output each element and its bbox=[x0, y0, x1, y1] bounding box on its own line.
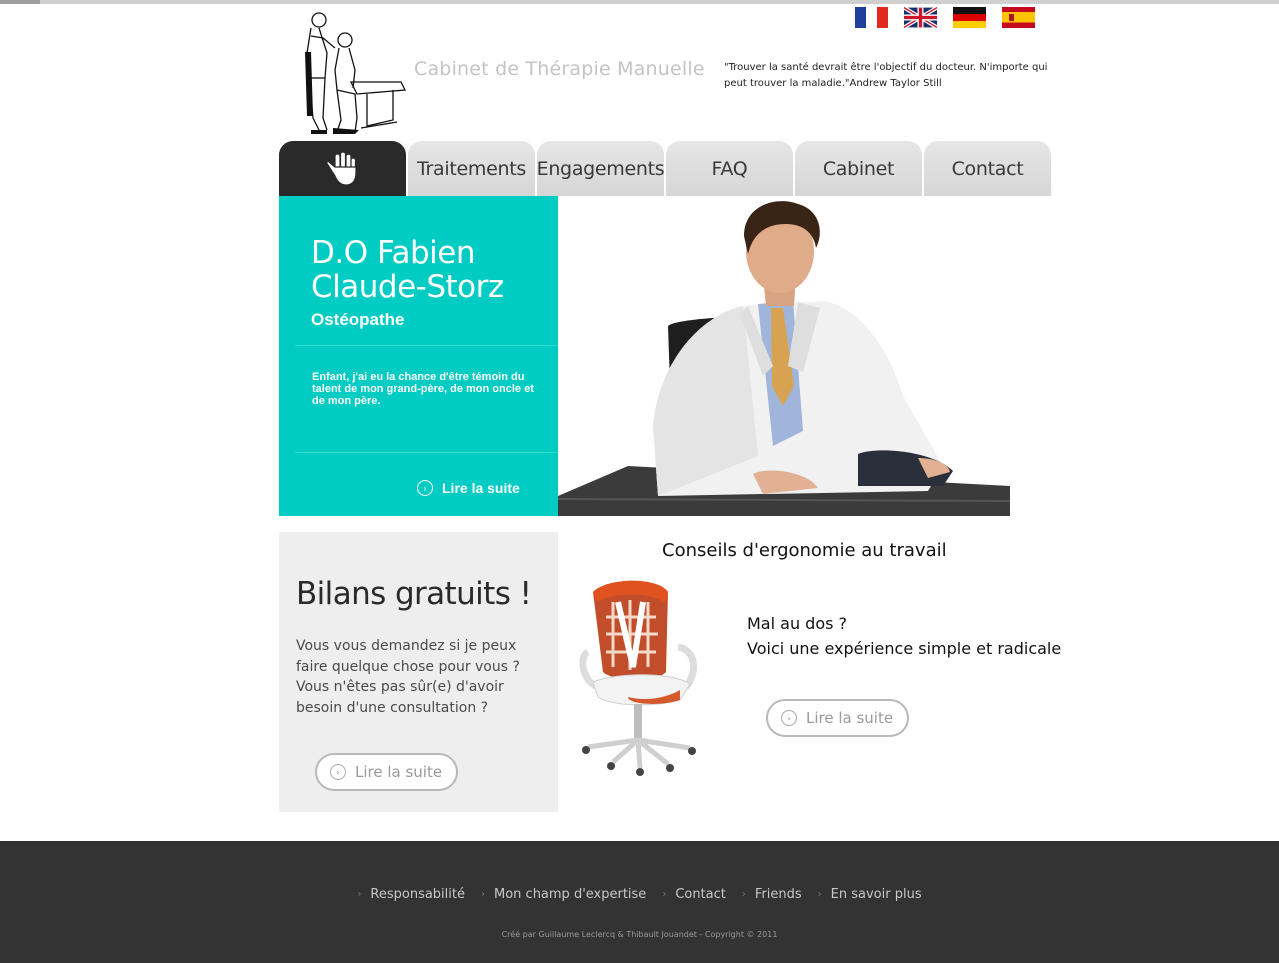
hero-text: Enfant, j'ai eu la chance d'être témoin … bbox=[312, 371, 534, 407]
ergonomics-read-more-button[interactable]: › Lire la suite bbox=[766, 699, 910, 737]
chevron-right-icon: › bbox=[662, 889, 667, 900]
tab-home[interactable] bbox=[279, 141, 406, 196]
browser-top-line-accent bbox=[0, 0, 40, 4]
hero-name-line1: D.O Fabien bbox=[311, 235, 475, 271]
footer-nav: › Responsabilité › Mon champ d'expertise ›… bbox=[0, 887, 1279, 902]
divider bbox=[295, 452, 558, 453]
bilans-text: Vous vous demandez si je peux faire quel… bbox=[296, 638, 520, 716]
footer-link-label: Mon champ d'expertise bbox=[494, 887, 647, 902]
chevron-right-circle-icon: › bbox=[417, 480, 433, 496]
doctor-photo bbox=[558, 196, 1010, 516]
ergonomics-line2: Voici une expérience simple et radicale bbox=[747, 639, 1062, 658]
tab-label: Contact bbox=[951, 157, 1024, 180]
hero-name: D.O Fabien Claude-Storz bbox=[311, 236, 551, 304]
footer-link-contact[interactable]: › Contact bbox=[662, 887, 726, 902]
hand-icon bbox=[325, 150, 357, 186]
tab-label: Cabinet bbox=[822, 157, 895, 180]
chevron-right-icon: › bbox=[817, 889, 822, 900]
tab-label: FAQ bbox=[711, 157, 748, 180]
logo-illustration[interactable] bbox=[297, 8, 409, 138]
hero-name-line2: Claude-Storz bbox=[311, 269, 504, 305]
browser-top-line bbox=[0, 0, 1279, 4]
main-nav: Traitements Engagements FAQ Cabinet Cont… bbox=[279, 141, 1052, 196]
tab-faq[interactable]: FAQ bbox=[666, 141, 793, 196]
footer-link-label: Contact bbox=[675, 887, 726, 902]
ergonomics-line1: Mal au dos ? bbox=[747, 614, 848, 633]
footer-link-responsabilite[interactable]: › Responsabilité bbox=[357, 887, 465, 902]
ergonomics-title: Conseils d'ergonomie au travail bbox=[662, 540, 947, 561]
tab-label: Engagements bbox=[536, 157, 665, 180]
copyright: Créé par Guillaume Leclercq & Thibault J… bbox=[501, 930, 778, 939]
chevron-right-icon: › bbox=[481, 889, 485, 900]
tab-label: Traitements bbox=[417, 157, 526, 180]
read-more-label: Lire la suite bbox=[442, 480, 520, 496]
chevron-right-icon: › bbox=[357, 889, 362, 900]
bilans-read-more-button[interactable]: › Lire la suite bbox=[315, 753, 459, 791]
read-more-label: Lire la suite bbox=[806, 709, 894, 727]
flag-germany-icon[interactable] bbox=[953, 7, 986, 28]
flag-france-icon[interactable] bbox=[855, 7, 888, 28]
site-title: Cabinet de Thérapie Manuelle bbox=[414, 58, 705, 80]
chevron-right-circle-icon: › bbox=[330, 764, 346, 780]
chevron-right-circle-icon: › bbox=[781, 710, 797, 726]
hero-panel: D.O Fabien Claude-Storz Ostéopathe Enfan… bbox=[279, 196, 558, 516]
bilans-panel: Bilans gratuits ! Vous vous demandez si … bbox=[279, 532, 558, 812]
footer-link-en-savoir-plus[interactable]: › En savoir plus bbox=[818, 887, 922, 902]
hero-read-more-link[interactable]: › Lire la suite bbox=[417, 480, 520, 496]
footer-link-label: Responsabilité bbox=[370, 887, 465, 902]
divider bbox=[295, 345, 558, 346]
tab-engagements[interactable]: Engagements bbox=[536, 141, 665, 196]
header-quote: "Trouver la santé devrait être l'objecti… bbox=[724, 62, 1048, 89]
hero-role: Ostéopathe bbox=[311, 310, 405, 329]
language-selector bbox=[855, 7, 1035, 28]
chevron-right-icon: › bbox=[741, 889, 746, 900]
flag-uk-icon[interactable] bbox=[904, 7, 937, 28]
office-chair-image bbox=[568, 572, 713, 777]
footer-link-expertise[interactable]: › Mon champ d'expertise bbox=[481, 887, 646, 902]
tab-cabinet[interactable]: Cabinet bbox=[795, 141, 922, 196]
flag-spain-icon[interactable] bbox=[1002, 7, 1035, 28]
bilans-title: Bilans gratuits ! bbox=[296, 576, 532, 612]
footer-link-friends[interactable]: › Friends bbox=[742, 887, 802, 902]
footer-link-label: En savoir plus bbox=[830, 887, 922, 902]
tab-contact[interactable]: Contact bbox=[924, 141, 1051, 196]
footer: › Responsabilité › Mon champ d'expertise ›… bbox=[0, 841, 1279, 963]
tab-traitements[interactable]: Traitements bbox=[408, 141, 535, 196]
read-more-label: Lire la suite bbox=[355, 763, 443, 781]
footer-link-label: Friends bbox=[754, 887, 802, 902]
ergonomics-text: Mal au dos ? Voici une expérience simple… bbox=[747, 611, 1061, 661]
